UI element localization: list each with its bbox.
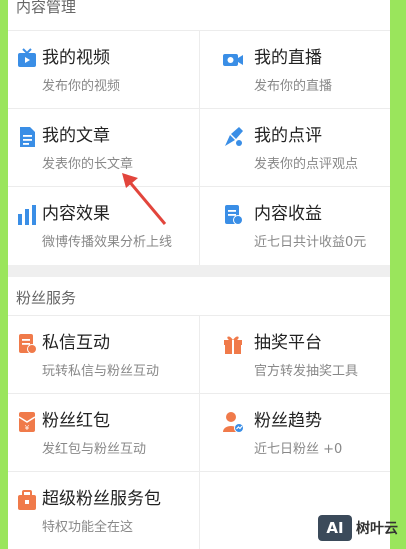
tile-title: 超级粉丝服务包	[42, 489, 161, 509]
tile-title: 我的直播	[254, 48, 322, 68]
tile-subtitle: 发布你的视频	[42, 79, 121, 94]
logo-name: 树叶云	[356, 521, 398, 537]
tile-super-fan-service[interactable]: 超级粉丝服务包 特权功能全在这	[8, 472, 198, 549]
income-doc-icon	[225, 205, 243, 225]
section-title-fans: 粉丝服务	[16, 289, 77, 307]
tile-title: 我的文章	[42, 126, 110, 146]
site-logo: AI 树叶云	[318, 515, 398, 541]
tile-lottery[interactable]: 抽奖平台 官方转发抽奖工具	[199, 316, 390, 394]
message-doc-icon	[19, 334, 37, 354]
grid-row: 我的视频 发布你的视频 我的直播 发布你的直播	[8, 30, 390, 109]
tile-fan-trend[interactable]: 粉丝趋势 近七日粉丝 +0	[199, 394, 390, 472]
tile-subtitle: 微博传播效果分析上线	[42, 235, 173, 250]
tile-content-income[interactable]: 内容收益 近七日共计收益0元	[199, 187, 390, 265]
tile-title: 粉丝趋势	[254, 411, 322, 431]
tile-subtitle: 发红包与粉丝互动	[42, 442, 147, 457]
annotation-arrow-icon	[122, 173, 167, 225]
tile-subtitle: 近七日共计收益0元	[254, 235, 367, 250]
tile-private-message[interactable]: 私信互动 玩转私信与粉丝互动	[8, 316, 198, 394]
tile-subtitle: 玩转私信与粉丝互动	[42, 364, 160, 379]
section-title-content: 内容管理	[16, 0, 77, 16]
grid-row: ¥ 粉丝红包 发红包与粉丝互动 粉丝趋势 近七日粉丝 +0	[8, 393, 390, 472]
tile-title: 抽奖平台	[254, 333, 322, 353]
grid-row: 私信互动 玩转私信与粉丝互动 抽奖平台 官方转发抽奖工具	[8, 315, 390, 394]
section-divider	[8, 265, 390, 277]
user-trend-icon	[223, 412, 244, 433]
tile-subtitle: 近七日粉丝 +0	[254, 442, 343, 457]
bar-chart-icon	[18, 205, 36, 225]
service-bag-icon	[18, 490, 36, 510]
red-envelope-icon: ¥	[18, 412, 36, 432]
grid-row: 我的文章 发表你的长文章 我的点评 发表你的点评观点	[8, 108, 390, 187]
svg-text:¥: ¥	[25, 424, 30, 432]
grid-row: 内容效果 微博传播效果分析上线 内容收益 近七日共计收益0元	[8, 186, 390, 265]
video-icon	[18, 48, 36, 67]
tile-title: 我的点评	[254, 126, 322, 146]
tile-subtitle: 官方转发抽奖工具	[254, 364, 359, 379]
section-header-fans: 粉丝服务	[8, 277, 390, 315]
tile-my-live[interactable]: 我的直播 发布你的直播	[199, 31, 390, 109]
section-header-content: 内容管理	[8, 0, 390, 30]
tile-subtitle: 特权功能全在这	[42, 520, 134, 535]
tile-my-review[interactable]: 我的点评 发表你的点评观点	[199, 109, 390, 187]
logo-badge: AI	[318, 515, 352, 541]
gift-box-icon	[224, 336, 242, 354]
tile-fan-red-envelope[interactable]: ¥ 粉丝红包 发红包与粉丝互动	[8, 394, 198, 472]
tile-title: 内容效果	[42, 204, 110, 224]
tile-title: 私信互动	[42, 333, 110, 353]
pen-star-icon	[225, 127, 243, 146]
document-icon	[20, 127, 35, 147]
content-management-screen: 内容管理 我的视频 发布你的视频 我的直播 发布你的直播 我的文章 发表你的长文…	[8, 0, 390, 549]
tile-subtitle: 发表你的点评观点	[254, 157, 359, 172]
tile-my-video[interactable]: 我的视频 发布你的视频	[8, 31, 198, 109]
camera-icon	[223, 54, 243, 66]
tile-subtitle: 发布你的直播	[254, 79, 333, 94]
tile-title: 内容收益	[254, 204, 322, 224]
tile-title: 粉丝红包	[42, 411, 110, 431]
tile-title: 我的视频	[42, 48, 110, 68]
tile-subtitle: 发表你的长文章	[42, 157, 134, 172]
